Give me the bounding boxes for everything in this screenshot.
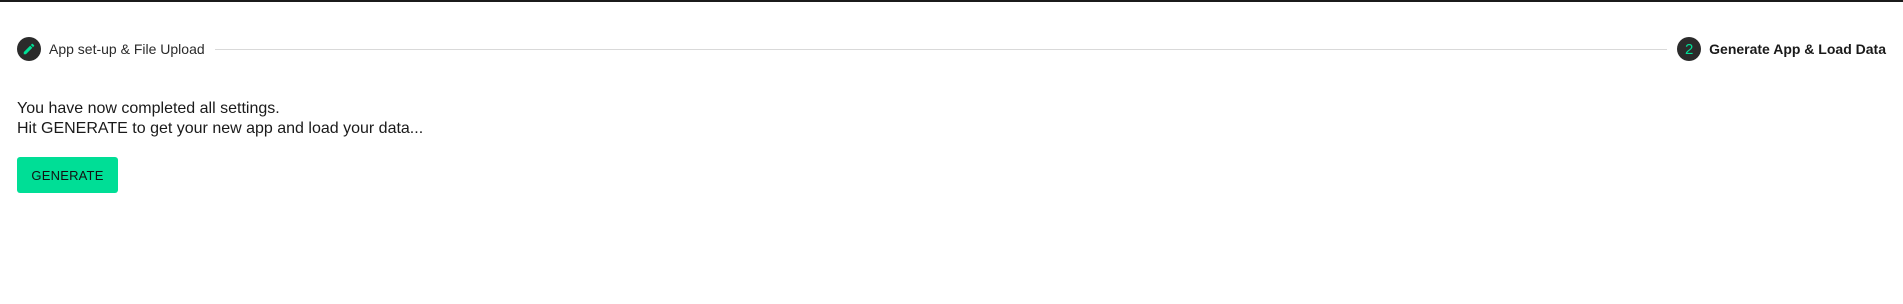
stepper: App set-up & File Upload 2 Generate App … [17,36,1886,62]
step-generate-app[interactable]: 2 Generate App & Load Data [1677,37,1886,61]
step-2-label: Generate App & Load Data [1709,41,1886,57]
step-app-setup[interactable]: App set-up & File Upload [17,37,205,61]
step-2-circle: 2 [1677,37,1702,61]
generate-instruction: Hit GENERATE to get your new app and loa… [17,120,424,137]
completion-message: You have now completed all settings. [17,100,280,117]
generate-button[interactable]: GENERATE [17,157,118,193]
top-border [0,0,1903,2]
pencil-icon [22,42,36,56]
step-connector [214,48,1668,50]
main-content: You have now completed all settings. Hit… [17,99,423,193]
step-1-label: App set-up & File Upload [49,41,205,57]
step-2-number: 2 [1684,40,1694,58]
step-1-circle [17,37,41,61]
